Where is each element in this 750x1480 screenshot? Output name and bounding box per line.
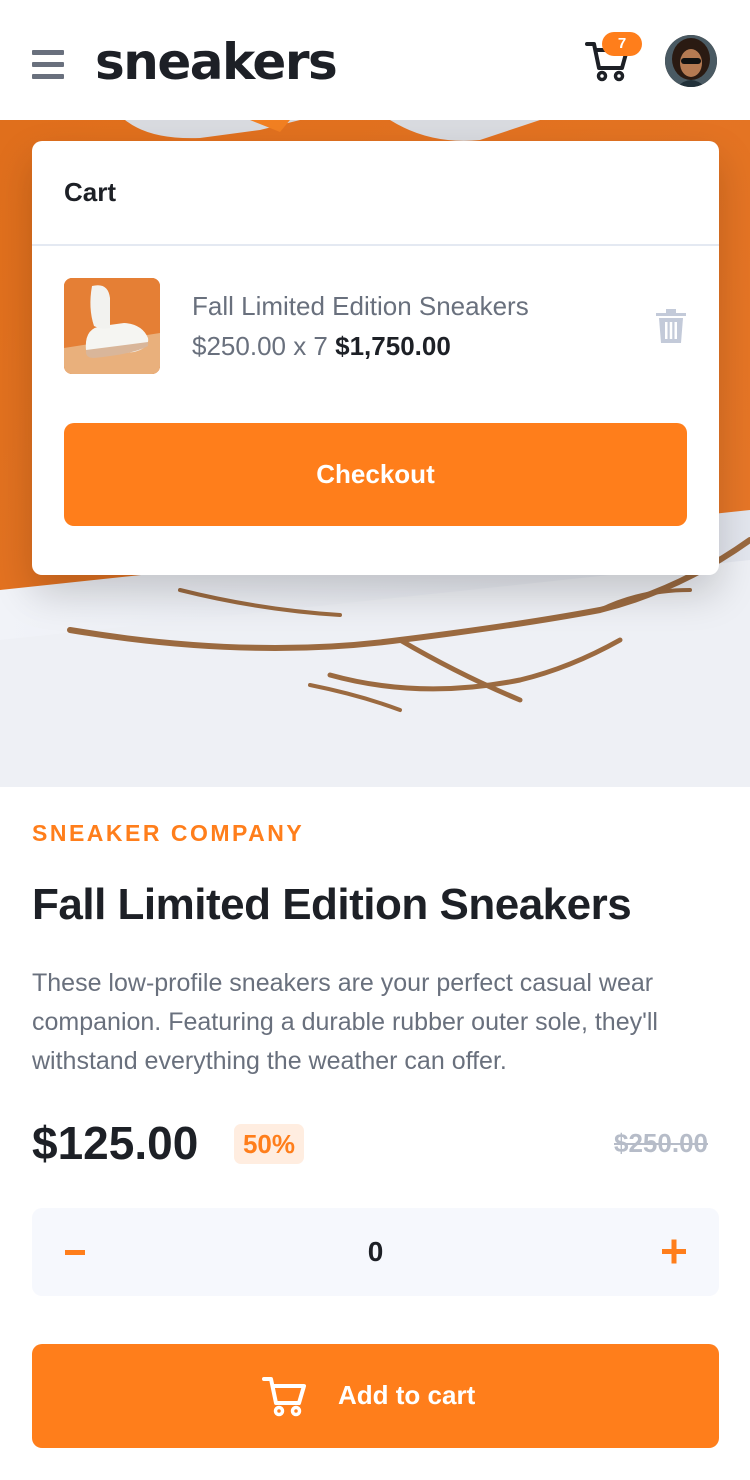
- trash-icon[interactable]: [656, 309, 686, 343]
- avatar[interactable]: [665, 35, 717, 87]
- cart-item-thumbnail[interactable]: [64, 278, 160, 374]
- original-price: $250.00: [614, 1128, 708, 1158]
- product-description: These low-profile sneakers are your perf…: [32, 969, 658, 1075]
- sneaker-thumbnail-image: [64, 278, 160, 374]
- menu-icon[interactable]: [32, 50, 64, 80]
- cart-item-price-line: $250.00 x 7 $1,750.00: [192, 331, 451, 362]
- checkout-button[interactable]: Checkout: [64, 423, 687, 526]
- cart-count-badge: 7: [602, 32, 642, 56]
- discount-badge: 50%: [234, 1124, 304, 1164]
- logo[interactable]: sneakers: [95, 30, 338, 94]
- avatar-image: [665, 35, 717, 87]
- cart-title: Cart: [64, 177, 117, 207]
- cart-item-unit-price: $250.00 x 7: [192, 331, 336, 361]
- quantity-value: 0: [367, 1236, 384, 1267]
- site-header: sneakers 7: [0, 0, 750, 120]
- company-label: SNEAKER COMPANY: [32, 820, 305, 846]
- product-title: Fall Limited Edition Sneakers: [32, 880, 632, 929]
- add-to-cart-label: Add to cart: [338, 1380, 476, 1410]
- cart-item-name: Fall Limited Edition Sneakers: [192, 291, 529, 321]
- plus-icon[interactable]: [652, 1230, 696, 1274]
- cart-icon: [262, 1377, 306, 1417]
- cart-popover: Cart Fall Limited Edition Sneakers $250.…: [32, 141, 719, 575]
- cart-item-total: $1,750.00: [335, 331, 451, 361]
- add-to-cart-button[interactable]: Add to cart: [32, 1344, 719, 1448]
- cart-divider: [32, 244, 719, 246]
- quantity-stepper: 0: [32, 1208, 719, 1296]
- current-price: $125.00: [32, 1117, 199, 1169]
- minus-icon[interactable]: [56, 1230, 100, 1274]
